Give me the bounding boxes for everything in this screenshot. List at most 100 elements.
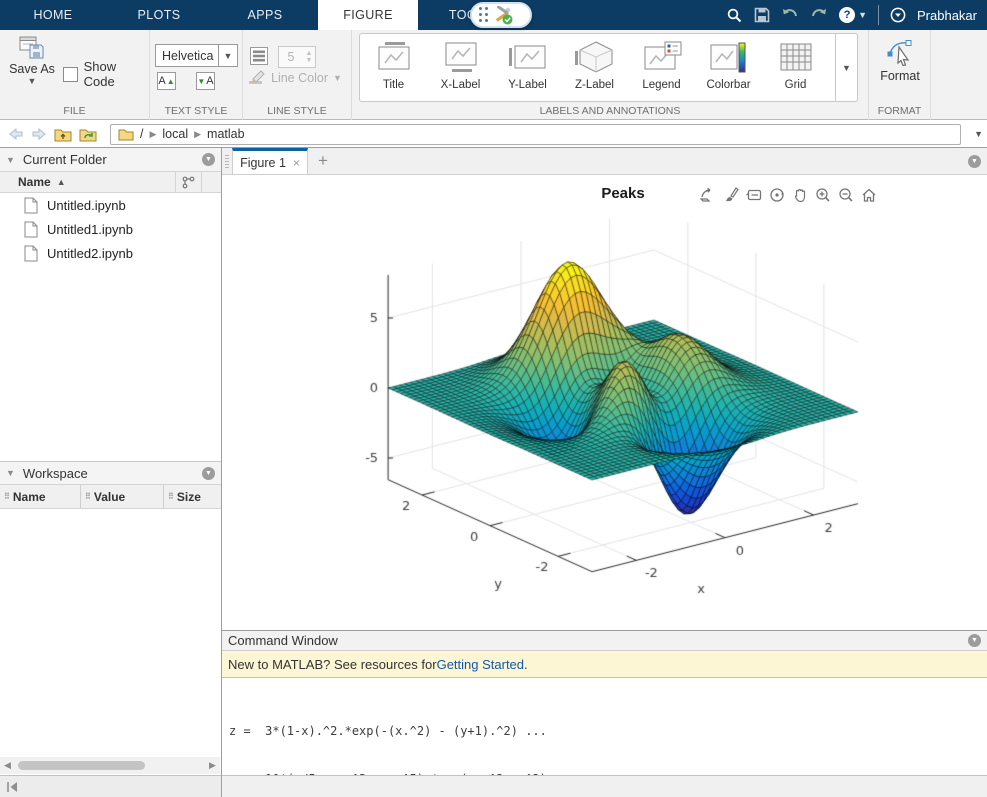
breadcrumb-matlab[interactable]: matlab — [207, 127, 245, 141]
top-nav-bar: HOME PLOTS APPS FIGURE TOOLS ? ▼ Prabhak… — [0, 0, 987, 30]
current-folder-header[interactable]: ▼ Current Folder ▼ — [0, 148, 221, 172]
brush-icon[interactable] — [721, 186, 741, 204]
increase-font-button[interactable]: A▲ — [157, 72, 176, 90]
file-row[interactable]: Untitled.ipynb — [0, 193, 221, 217]
zoom-out-icon[interactable] — [836, 186, 856, 204]
username[interactable]: Prabhakar — [917, 8, 977, 23]
gallery-item-title[interactable]: Title — [360, 34, 427, 101]
save-as-button[interactable]: Save As ▼ — [8, 36, 56, 86]
path-field[interactable]: / ▶ local ▶ matlab — [110, 124, 961, 145]
file-icon — [24, 197, 38, 214]
gallery-item-colorbar[interactable]: Colorbar — [695, 34, 762, 101]
panel-menu-icon[interactable]: ▼ — [968, 634, 981, 647]
line-color-button[interactable]: Line Color ▼ — [248, 70, 342, 86]
workspace-header[interactable]: ▼ Workspace ▼ — [0, 461, 221, 485]
browse-folder-icon[interactable] — [79, 127, 97, 142]
collapse-triangle-icon[interactable]: ▼ — [6, 468, 15, 478]
search-icon[interactable] — [726, 7, 743, 24]
ribbon-section-text-style: Helvetica ▼ A▲ ▼A TEXT STYLE — [150, 30, 243, 120]
gallery-expand-caret-icon[interactable]: ▼ — [835, 34, 857, 101]
show-code-checkbox[interactable] — [63, 67, 78, 82]
font-family-caret-icon[interactable]: ▼ — [219, 44, 238, 67]
redo-icon[interactable] — [810, 8, 828, 23]
collapse-panel-icon[interactable] — [6, 781, 19, 793]
line-width-spinner[interactable]: 5 ▲▼ — [278, 46, 316, 68]
tabstrip-grip-icon[interactable] — [222, 148, 232, 174]
file-icon — [24, 245, 38, 262]
topnav-separator — [878, 5, 879, 25]
tab-apps[interactable]: APPS — [212, 0, 318, 30]
extra-column — [201, 172, 221, 192]
scroll-left-icon[interactable]: ◀ — [0, 760, 15, 771]
panel-menu-icon[interactable]: ▼ — [202, 153, 215, 166]
banner-text: New to MATLAB? See resources for — [228, 657, 437, 672]
workspace-title: Workspace — [23, 466, 194, 481]
line-width-arrows-icon[interactable]: ▲▼ — [303, 50, 315, 64]
save-icon[interactable] — [754, 7, 770, 23]
panel-menu-icon[interactable]: ▼ — [202, 467, 215, 480]
up-folder-icon[interactable] — [54, 127, 72, 142]
datatip-icon[interactable] — [744, 186, 764, 204]
column-name[interactable]: Name▲ — [0, 175, 175, 189]
home-icon[interactable] — [859, 186, 879, 204]
scrollbar-thumb[interactable] — [18, 761, 145, 770]
workspace-column-name[interactable]: ⠿Name — [0, 485, 81, 508]
panel-menu-icon[interactable]: ▼ — [968, 155, 981, 168]
horizontal-scrollbar[interactable]: ◀ ▶ — [0, 757, 220, 774]
line-color-icon — [248, 70, 266, 86]
line-style-icon[interactable] — [250, 47, 268, 65]
show-code-toggle[interactable]: Show Code — [63, 59, 149, 89]
export-icon[interactable] — [698, 186, 718, 204]
source-control-column[interactable] — [175, 172, 201, 192]
command-window-header[interactable]: Command Window ▼ — [222, 630, 987, 651]
tab-plots[interactable]: PLOTS — [106, 0, 212, 30]
getting-started-link[interactable]: Getting Started — [437, 657, 524, 672]
floating-tools-widget[interactable] — [470, 2, 532, 28]
file-row[interactable]: Untitled1.ipynb — [0, 217, 221, 241]
file-row[interactable]: Untitled2.ipynb — [0, 241, 221, 265]
undo-icon[interactable] — [781, 8, 799, 23]
help-caret-icon[interactable]: ▼ — [858, 10, 867, 20]
ribbon-toolbar: Save As ▼ Show Code FILE Helvetica ▼ A▲ … — [0, 30, 987, 120]
scroll-right-icon[interactable]: ▶ — [205, 760, 220, 771]
current-folder-columns: Name▲ — [0, 172, 221, 193]
left-sidebar: ▼ Current Folder ▼ Name▲ Untitled.ipynb … — [0, 148, 222, 797]
sidebar-bottom-strip — [0, 775, 221, 797]
gallery-item-legend[interactable]: Legend — [628, 34, 695, 101]
command-window-output[interactable]: z = 3*(1-x).^2.*exp(-(x.^2) - (y+1).^2) … — [222, 678, 987, 775]
getting-started-banner: New to MATLAB? See resources for Getting… — [222, 651, 987, 678]
decrease-font-button[interactable]: ▼A — [196, 72, 215, 90]
back-icon[interactable] — [8, 127, 24, 141]
help-icon[interactable]: ? — [839, 7, 855, 23]
forward-icon[interactable] — [31, 127, 47, 141]
tab-home[interactable]: HOME — [0, 0, 106, 30]
tools-check-icon[interactable] — [494, 6, 513, 25]
breadcrumb-local[interactable]: local — [162, 127, 188, 141]
gallery-item-z-label[interactable]: Z-Label — [561, 34, 628, 101]
document-area: Figure 1 × + ▼ Peaks Command Window ▼ — [222, 148, 987, 797]
peaks-surface-plot[interactable] — [222, 175, 987, 630]
pan-icon[interactable] — [790, 186, 810, 204]
axes-toolbar — [698, 186, 879, 204]
drag-handle-icon[interactable] — [479, 7, 489, 23]
breadcrumb-root[interactable]: / — [140, 127, 143, 141]
rotate-3d-icon[interactable] — [767, 186, 787, 204]
address-dropdown-icon[interactable]: ▼ — [970, 129, 987, 139]
gallery-item-y-label[interactable]: Y-Label — [494, 34, 561, 101]
font-family-select[interactable]: Helvetica ▼ — [155, 44, 238, 67]
workspace-column-size[interactable]: ⠿Size — [164, 485, 221, 508]
new-tab-button[interactable]: + — [308, 148, 338, 174]
tab-figure[interactable]: FIGURE — [318, 0, 418, 30]
font-family-value[interactable]: Helvetica — [155, 44, 219, 67]
collapse-triangle-icon[interactable]: ▼ — [6, 155, 15, 165]
zoom-in-icon[interactable] — [813, 186, 833, 204]
workspace-column-value[interactable]: ⠿Value — [81, 485, 164, 508]
figure-1-tab[interactable]: Figure 1 × — [232, 148, 308, 174]
gallery-item-x-label[interactable]: X-Label — [427, 34, 494, 101]
sort-asc-icon: ▲ — [57, 177, 66, 187]
gallery-item-grid[interactable]: Grid — [762, 34, 829, 101]
format-button[interactable]: Format — [880, 38, 920, 83]
profile-menu-icon[interactable] — [890, 7, 906, 23]
plot-title: Peaks — [601, 185, 644, 202]
close-tab-icon[interactable]: × — [293, 156, 300, 170]
